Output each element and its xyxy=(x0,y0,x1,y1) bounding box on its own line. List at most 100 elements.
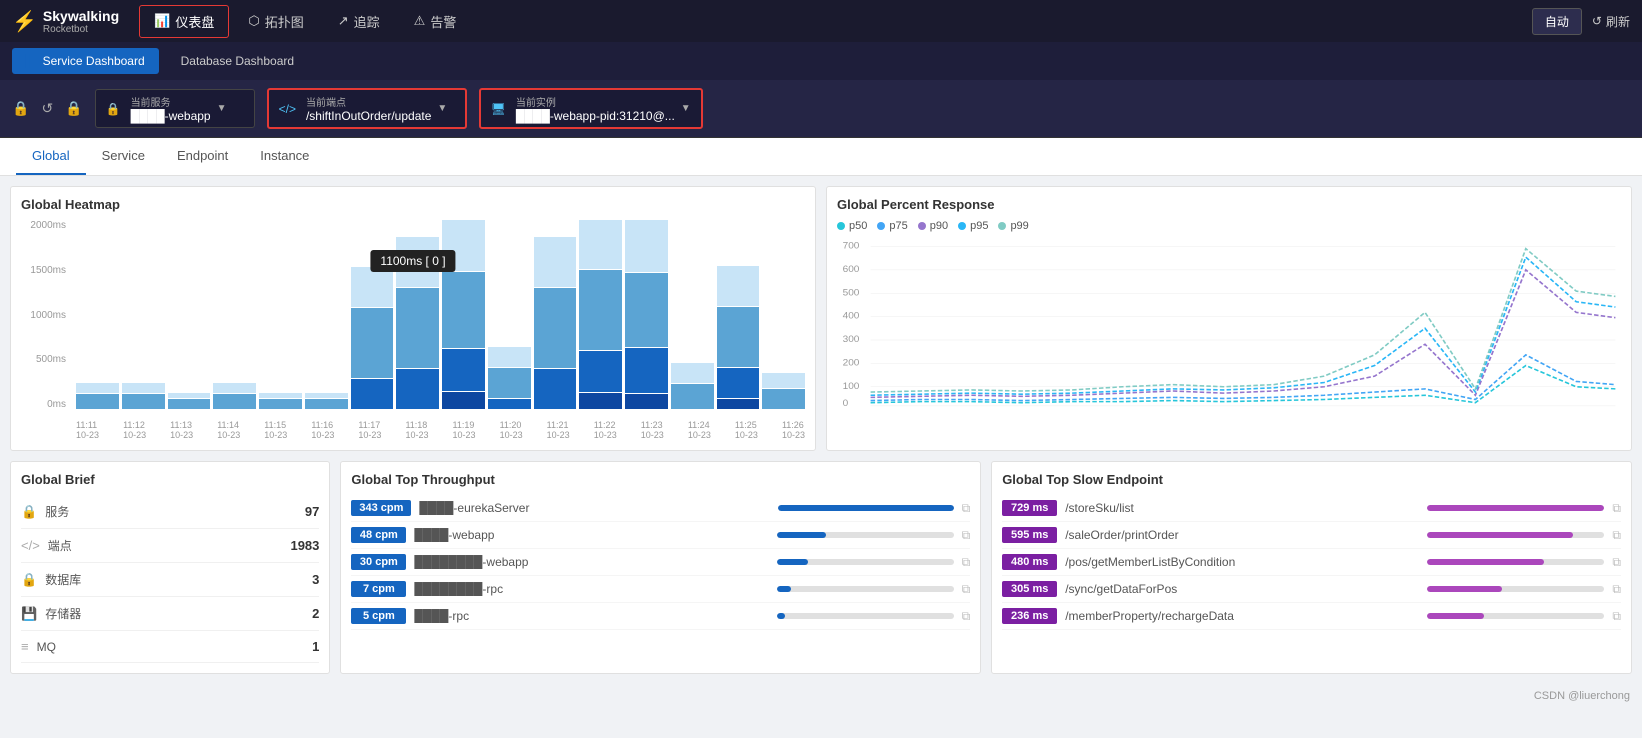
heatmap-col-7 xyxy=(396,220,439,410)
endpoint-value: /shiftInOutOrder/update xyxy=(306,109,431,123)
endpoint-chevron: ▼ xyxy=(437,103,447,114)
heatmap-col-10 xyxy=(534,220,577,410)
brief-item-mq: ≡ MQ 1 xyxy=(21,631,319,663)
nav-item-topology[interactable]: ⬡ 拓扑图 xyxy=(233,5,318,38)
heatmap-title: Global Heatmap xyxy=(21,197,805,212)
nav-item-dashboard[interactable]: 📊 仪表盘 xyxy=(139,5,229,38)
throughput-label-1: ████-eurekaServer xyxy=(419,501,770,515)
copy-icon-4[interactable]: ⧉ xyxy=(962,582,971,597)
refresh-icon-filter[interactable]: ↺ xyxy=(41,100,53,117)
service-count: 97 xyxy=(305,504,319,519)
heatmap-col-12 xyxy=(625,220,668,410)
tab-endpoint-label: Endpoint xyxy=(177,148,228,163)
throughput-label-2: ████-webapp xyxy=(414,528,768,542)
slow-label-3: /pos/getMemberListByCondition xyxy=(1065,555,1419,569)
nav-item-trace[interactable]: ↗ 追踪 xyxy=(323,5,395,38)
main-content: Global Heatmap 2000ms 1500ms 1000ms 500m… xyxy=(0,176,1642,461)
tab-instance-label: Instance xyxy=(260,148,309,163)
top-navbar: ⚡ Skywalking Rocketbot 📊 仪表盘 ⬡ 拓扑图 ↗ 追踪 … xyxy=(0,0,1642,42)
instance-label: 当前实例 xyxy=(516,94,675,109)
copy-icon-1[interactable]: ⧉ xyxy=(962,501,971,516)
mq-label-text: MQ xyxy=(37,640,305,654)
svg-text:0: 0 xyxy=(843,398,849,408)
slow-bar-5 xyxy=(1427,613,1604,619)
slow-item-4: 305 ms /sync/getDataForPos ⧉ xyxy=(1002,576,1621,603)
slow-copy-icon-3[interactable]: ⧉ xyxy=(1612,555,1621,570)
throughput-label-4: ████████-rpc xyxy=(414,582,768,596)
endpoint-label: 当前端点 xyxy=(306,94,431,109)
throughput-bar-fill-2 xyxy=(777,532,827,538)
global-top-throughput-card: Global Top Throughput 343 cpm ████-eurek… xyxy=(340,461,981,674)
nav-right: 自动 ↺ 刷新 xyxy=(1532,8,1630,35)
endpoint-label-text: 端点 xyxy=(48,537,283,554)
throughput-badge-5: 5 cpm xyxy=(351,608,406,624)
trace-icon: ↗ xyxy=(338,13,349,29)
tab-endpoint[interactable]: Endpoint xyxy=(161,138,244,175)
heatmap-chart xyxy=(76,220,805,410)
copy-icon-2[interactable]: ⧉ xyxy=(962,528,971,543)
service-selector[interactable]: 🔒 当前服务 ████-webapp ▼ xyxy=(95,89,255,128)
copy-icon-3[interactable]: ⧉ xyxy=(962,555,971,570)
tab-global[interactable]: Global xyxy=(16,138,86,175)
storage-count: 2 xyxy=(312,606,319,621)
brief-item-endpoints: </> 端点 1983 xyxy=(21,529,319,563)
throughput-item-2: 48 cpm ████-webapp ⧉ xyxy=(351,522,970,549)
tab-service-label: Service xyxy=(102,148,145,163)
brief-item-databases: 🔒 数据库 3 xyxy=(21,563,319,597)
legend-p90: p90 xyxy=(918,220,948,232)
service-icon: 🔒 xyxy=(21,504,37,520)
endpoint-selector[interactable]: </> 当前端点 /shiftInOutOrder/update ▼ xyxy=(267,88,467,129)
endpoint-count: 1983 xyxy=(290,538,319,553)
heatmap-col-6 xyxy=(351,220,394,410)
slow-bar-3 xyxy=(1427,559,1604,565)
nav-label-trace: 追踪 xyxy=(354,12,380,31)
svg-text:100: 100 xyxy=(843,381,860,392)
throughput-label-3: ████████-webapp xyxy=(414,555,768,569)
slow-bar-4 xyxy=(1427,586,1604,592)
tab-service[interactable]: Service xyxy=(86,138,161,175)
brief-item-storages: 💾 存储器 2 xyxy=(21,597,319,631)
sub-tab-database-label: Database Dashboard xyxy=(181,54,294,68)
legend-dot-p90 xyxy=(918,222,926,230)
svg-text:600: 600 xyxy=(843,264,860,275)
dashboard-icon: 📊 xyxy=(154,13,170,29)
sub-tab-service-dashboard[interactable]: ▍ Service Dashboard xyxy=(12,48,159,74)
slow-item-3: 480 ms /pos/getMemberListByCondition ⧉ xyxy=(1002,549,1621,576)
throughput-bar-4 xyxy=(777,586,954,592)
slow-label-4: /sync/getDataForPos xyxy=(1065,582,1419,596)
slow-copy-icon-4[interactable]: ⧉ xyxy=(1612,582,1621,597)
slow-copy-icon-5[interactable]: ⧉ xyxy=(1612,609,1621,624)
refresh-label: 刷新 xyxy=(1606,13,1630,30)
service-label-text: 服务 xyxy=(45,503,297,520)
slow-badge-4: 305 ms xyxy=(1002,581,1057,597)
svg-text:500: 500 xyxy=(843,288,860,299)
auto-button[interactable]: 自动 xyxy=(1532,8,1582,35)
logo-text: Skywalking xyxy=(43,8,119,24)
instance-selector[interactable]: 🖥 当前实例 ████-webapp-pid:31210@... ▼ xyxy=(479,88,703,129)
throughput-item-1: 343 cpm ████-eurekaServer ⧉ xyxy=(351,495,970,522)
heatmap-container: 2000ms 1500ms 1000ms 500ms 0ms 1100ms [ … xyxy=(21,220,805,440)
throughput-bar-3 xyxy=(777,559,954,565)
legend-p99: p99 xyxy=(998,220,1028,232)
heatmap-col-0 xyxy=(76,220,119,410)
heatmap-col-1 xyxy=(122,220,165,410)
nav-label-topology: 拓扑图 xyxy=(265,12,304,31)
nav-item-alert[interactable]: ⚠ 告警 xyxy=(399,5,472,38)
copy-icon-5[interactable]: ⧉ xyxy=(962,609,971,624)
legend-dot-p50 xyxy=(837,222,845,230)
throughput-bar-1 xyxy=(778,505,953,511)
legend-dot-p95 xyxy=(958,222,966,230)
topology-icon: ⬡ xyxy=(248,13,259,29)
slow-copy-icon-1[interactable]: ⧉ xyxy=(1612,501,1621,516)
heatmap-yaxis: 2000ms 1500ms 1000ms 500ms 0ms xyxy=(21,220,71,410)
legend-p50: p50 xyxy=(837,220,867,232)
sub-tab-database-dashboard[interactable]: Database Dashboard xyxy=(167,48,308,74)
heatmap-tooltip: 1100ms [ 0 ] xyxy=(370,250,455,272)
tab-instance[interactable]: Instance xyxy=(244,138,325,175)
slow-badge-3: 480 ms xyxy=(1002,554,1057,570)
refresh-button[interactable]: ↺ 刷新 xyxy=(1592,13,1630,30)
slow-bar-1 xyxy=(1427,505,1604,511)
slow-copy-icon-2[interactable]: ⧉ xyxy=(1612,528,1621,543)
refresh-icon: ↺ xyxy=(1592,14,1602,28)
heatmap-col-13 xyxy=(671,220,714,410)
